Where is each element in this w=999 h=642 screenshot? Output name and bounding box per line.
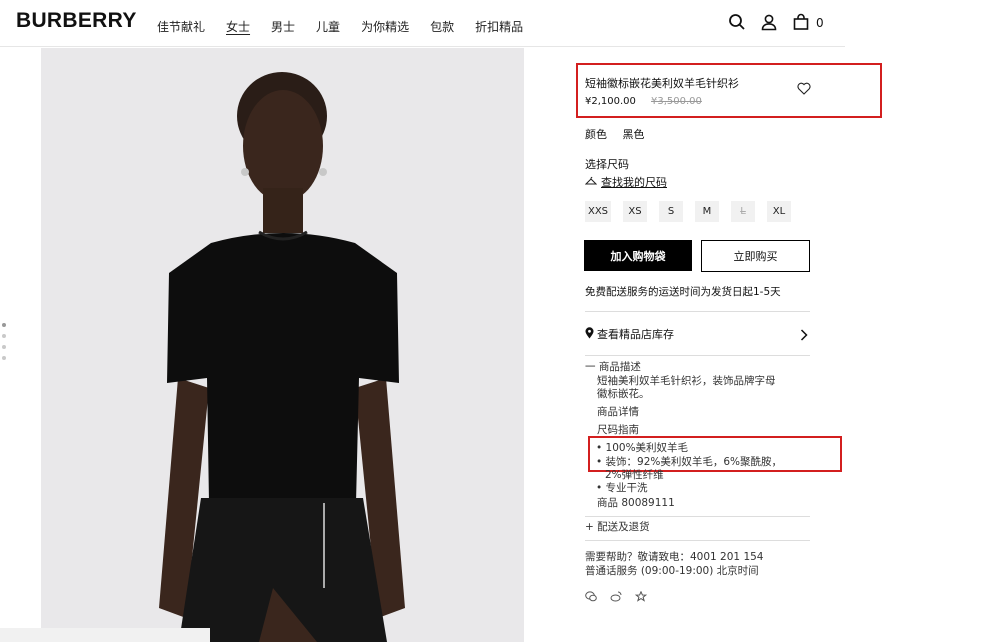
- detail-bullet-cont: 2%弹性纤维: [605, 469, 664, 481]
- original-price: ¥3,500.00: [651, 96, 702, 107]
- shipping-note: 免费配送服务的运送时间为发货日起1-5天: [585, 286, 781, 298]
- wechat-icon[interactable]: [585, 587, 597, 606]
- nav-item-children[interactable]: 儿童: [316, 18, 340, 35]
- chevron-right-icon[interactable]: [800, 326, 808, 345]
- nav-item-women[interactable]: 女士: [226, 18, 250, 35]
- heart-icon[interactable]: [797, 80, 811, 99]
- carousel-dot[interactable]: [2, 345, 6, 349]
- buy-now-button[interactable]: 立即购买: [701, 240, 810, 272]
- carousel-dot[interactable]: [2, 356, 6, 360]
- description-summary: 短袖美利奴羊毛针织衫，装饰品牌字母: [597, 375, 776, 387]
- nav-item-sale[interactable]: 折扣精品: [475, 18, 523, 35]
- item-number: 商品 80089111: [597, 497, 675, 509]
- header-icons: 0: [728, 13, 824, 33]
- store-stock-label: 查看精品店库存: [597, 328, 674, 341]
- size-options: XXS XS S M L XL: [585, 201, 803, 222]
- hanger-icon: [584, 176, 598, 189]
- description-summary-cont: 徽标嵌花。: [597, 388, 650, 400]
- carousel-dots[interactable]: [2, 323, 6, 367]
- add-to-bag-button[interactable]: 加入购物袋: [584, 240, 692, 271]
- nav-item-holiday-gifts[interactable]: 佳节献礼: [157, 18, 205, 35]
- divider: [585, 516, 810, 517]
- size-option-xxs[interactable]: XXS: [585, 201, 611, 222]
- color-row: 颜色 黑色: [585, 126, 645, 142]
- detail-bullet: • 100%美利奴羊毛: [596, 442, 689, 454]
- weibo-icon[interactable]: [610, 587, 622, 606]
- star-icon[interactable]: [634, 587, 648, 606]
- size-guide-link[interactable]: 查找我的尺码: [584, 174, 667, 190]
- help-hours: 普通话服务 (09:00-19:00) 北京时间: [585, 565, 759, 577]
- size-option-s[interactable]: S: [659, 201, 683, 222]
- product-price: ¥2,100.00: [585, 96, 636, 107]
- carousel-dot[interactable]: [2, 334, 6, 338]
- product-image[interactable]: [41, 48, 524, 642]
- shopping-bag-icon[interactable]: [792, 13, 812, 33]
- store-stock-link[interactable]: 查看精品店库存: [585, 326, 674, 342]
- size-guide-label: 查找我的尺码: [601, 176, 667, 189]
- description-toggle[interactable]: 一 商品描述: [585, 361, 641, 374]
- detail-bullet: • 装饰：92%美利奴羊毛，6%聚酰胺，: [596, 456, 783, 468]
- divider: [585, 540, 810, 541]
- help-phone: 需要帮助？敬请致电：4001 201 154: [585, 551, 764, 563]
- divider: [585, 311, 810, 312]
- site-header: BURBERRY 佳节献礼 女士 男士 儿童 为你精选 包款 折扣精品 0: [0, 0, 845, 47]
- size-option-xs[interactable]: XS: [623, 201, 647, 222]
- bag-count: 0: [816, 16, 824, 30]
- bottom-bar: [0, 628, 210, 642]
- size-title: 选择尺码: [585, 158, 629, 171]
- nav-item-men[interactable]: 男士: [271, 18, 295, 35]
- nav-item-for-you[interactable]: 为你精选: [361, 18, 409, 35]
- share-icons: [585, 587, 660, 606]
- brand-logo[interactable]: BURBERRY: [16, 9, 137, 33]
- search-icon[interactable]: [728, 13, 748, 33]
- nav-item-bags[interactable]: 包款: [430, 18, 454, 35]
- delivery-returns-toggle[interactable]: + 配送及退货: [585, 521, 650, 534]
- divider: [585, 355, 810, 356]
- carousel-dot[interactable]: [2, 323, 6, 327]
- detail-bullet: • 专业干洗: [596, 482, 648, 494]
- color-label: 颜色: [585, 128, 607, 141]
- model-illustration: [41, 48, 524, 642]
- size-option-xl[interactable]: XL: [767, 201, 791, 222]
- main-nav: 佳节献礼 女士 男士 儿童 为你精选 包款 折扣精品: [157, 18, 544, 35]
- location-pin-icon: [585, 326, 594, 342]
- size-option-l: L: [731, 201, 755, 222]
- color-value: 黑色: [622, 128, 645, 141]
- product-title: 短袖徽标嵌花美利奴羊毛针织衫: [585, 77, 739, 90]
- size-option-m[interactable]: M: [695, 201, 719, 222]
- details-title: 商品详情: [597, 406, 639, 418]
- account-icon[interactable]: [760, 13, 780, 33]
